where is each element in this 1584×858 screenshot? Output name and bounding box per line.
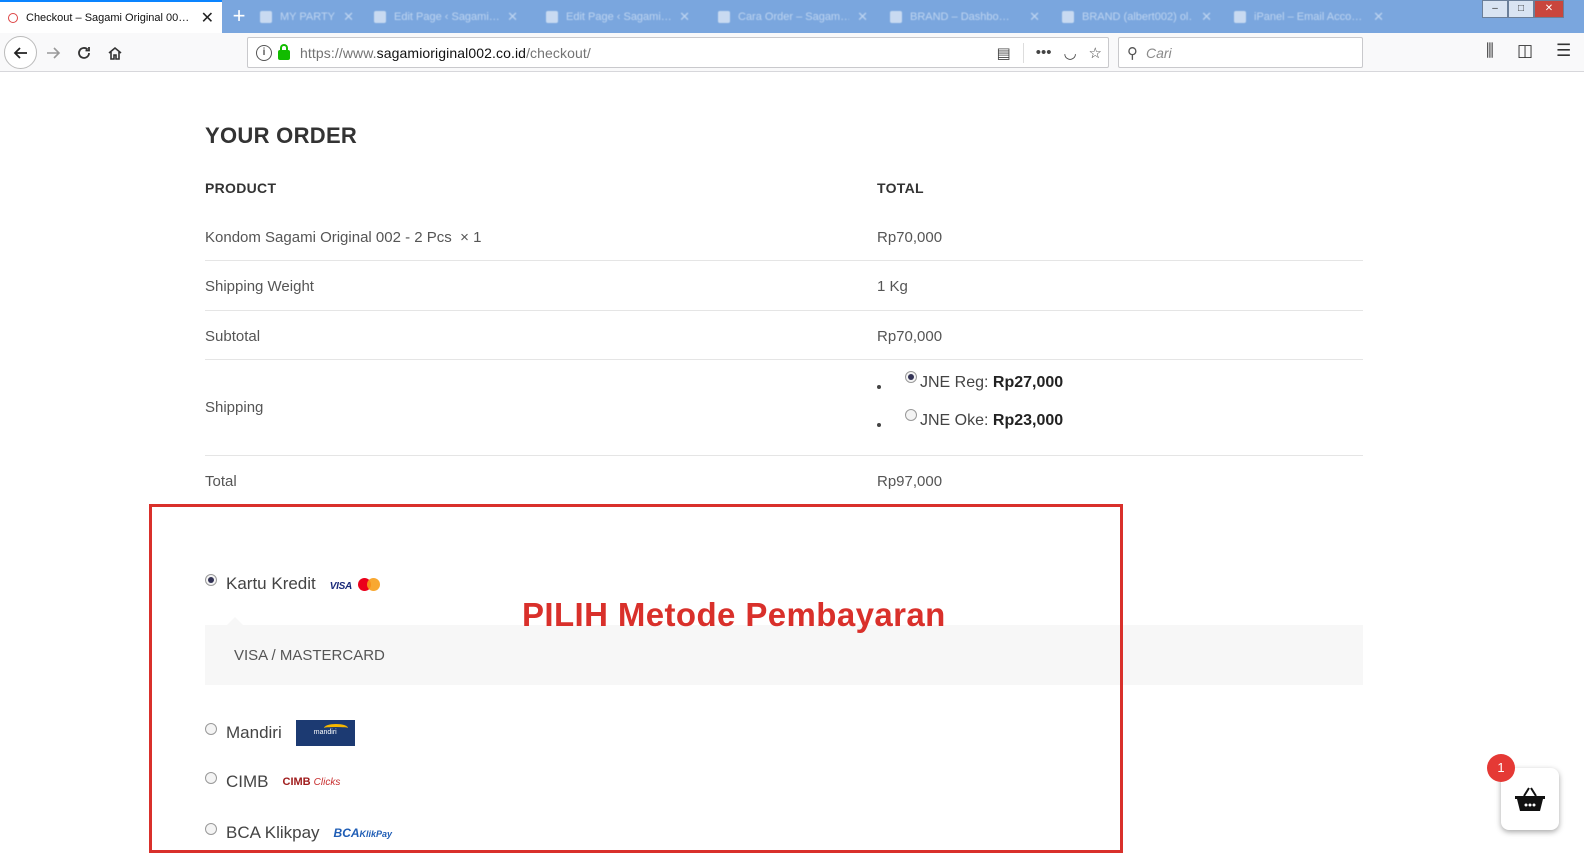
arrow-left-icon [13, 46, 27, 59]
reload-button[interactable] [69, 38, 99, 68]
window-controls: – □ ✕ [1482, 0, 1564, 18]
home-button[interactable] [100, 38, 130, 68]
tab-checkout[interactable]: Checkout – Sagami Original 00… ✕ [0, 0, 222, 33]
maximize-button[interactable]: □ [1508, 0, 1534, 18]
reload-icon [78, 47, 90, 59]
close-window-button[interactable]: ✕ [1534, 0, 1564, 18]
basket-icon [1515, 787, 1545, 811]
site-favicon-icon [8, 12, 18, 23]
back-button[interactable] [4, 36, 37, 69]
minimize-button[interactable]: – [1482, 0, 1508, 18]
library-icon[interactable]: ⫼ [1486, 41, 1494, 61]
menu-icon[interactable]: ☰ [1556, 41, 1571, 61]
forward-button[interactable] [38, 38, 68, 68]
annotation-highlight-box [149, 504, 1123, 853]
close-tab-icon[interactable]: ✕ [1373, 9, 1384, 25]
arrow-right-icon [47, 47, 61, 59]
cart-count-badge: 1 [1487, 754, 1515, 782]
sidebar-icon[interactable]: ◫ [1517, 41, 1533, 61]
tab-title: Checkout – Sagami Original 00… [26, 11, 190, 24]
annotation-text: PILIH Metode Pembayaran [522, 596, 946, 633]
home-icon [108, 46, 122, 60]
